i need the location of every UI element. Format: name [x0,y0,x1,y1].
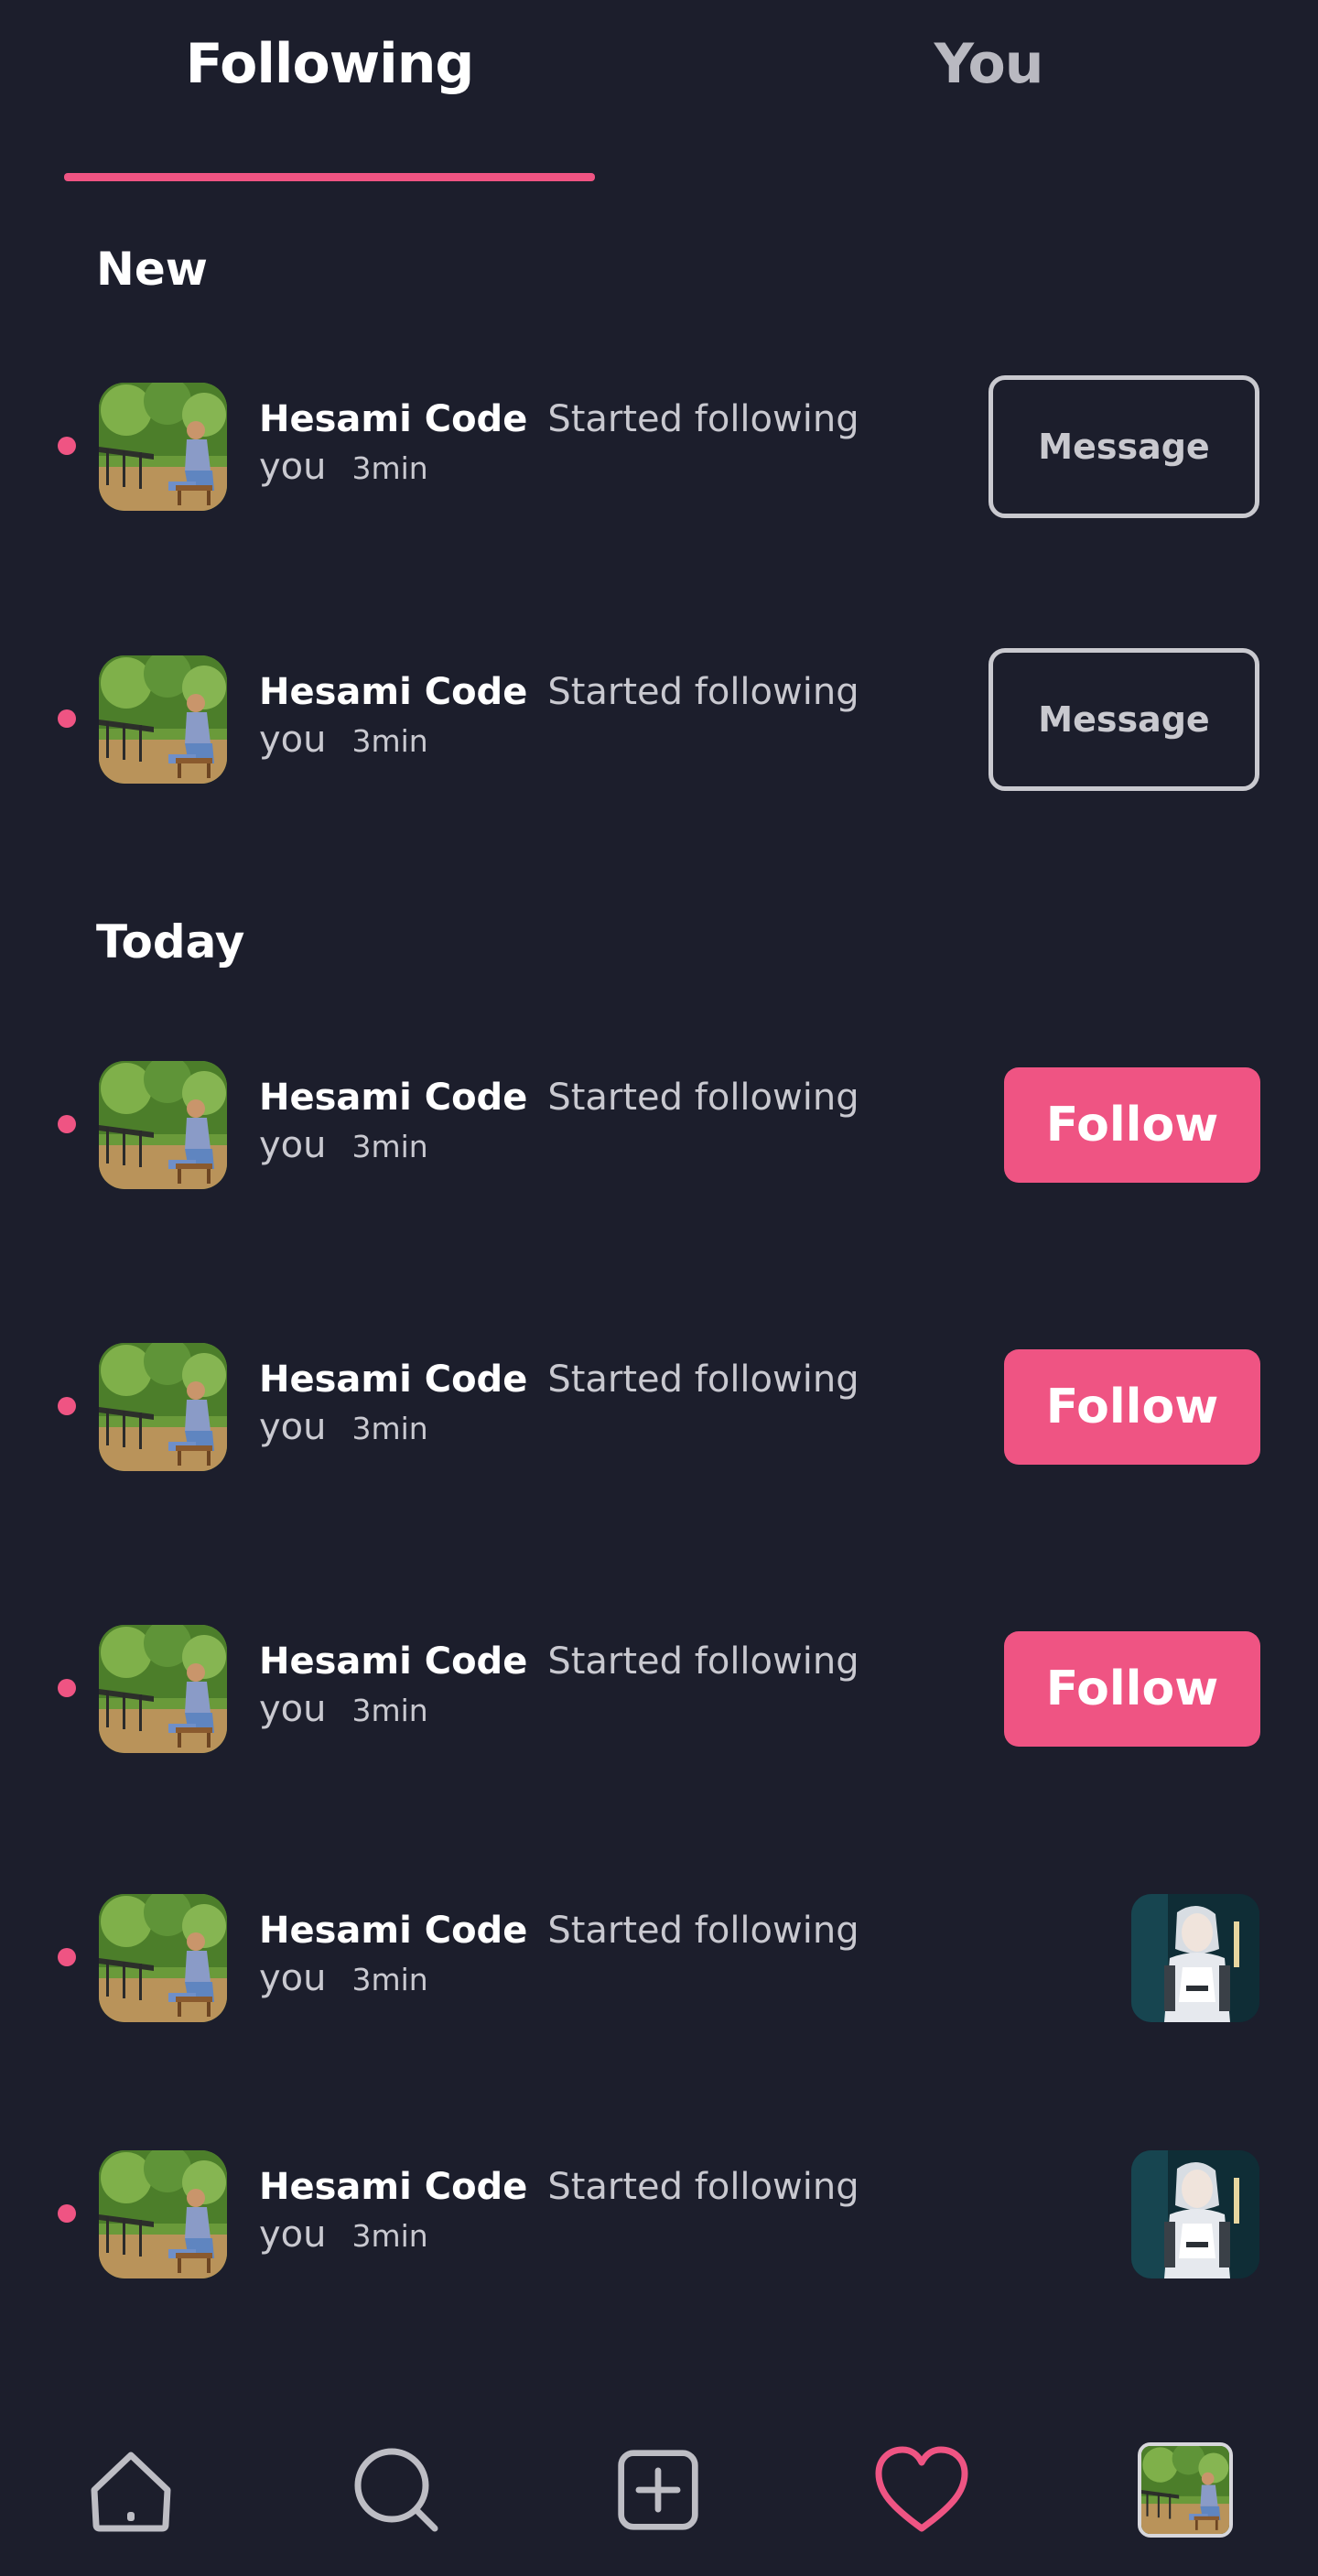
tab-you[interactable]: You [723,27,1254,101]
notification-time: 3min [351,1693,428,1728]
avatar[interactable] [99,383,227,511]
avatar[interactable] [99,1061,227,1189]
notification-item[interactable]: Hesami Code Started following you 3min F… [0,1338,1318,1476]
nav-add-post[interactable] [608,2440,708,2540]
notification-action: Started following [547,1910,859,1952]
home-icon [91,2452,171,2532]
notification-action: Started following [547,398,859,440]
follow-button[interactable]: Follow [1004,1631,1260,1747]
notification-object: you [259,2213,327,2256]
notification-action: Started following [547,1640,859,1683]
notification-object: you [259,1957,327,1999]
unread-dot [58,1397,76,1415]
search-icon [354,2448,438,2532]
nav-home[interactable] [81,2440,181,2540]
nav-profile[interactable] [1135,2440,1236,2540]
notification-action: Started following [547,2166,859,2208]
unread-dot [58,709,76,728]
notification-item[interactable]: Hesami Code Started following you 3min [0,1889,1318,2027]
notification-item[interactable]: Hesami Code Started following you 3min F… [0,1620,1318,1758]
post-thumbnail[interactable] [1131,2150,1259,2278]
avatar[interactable] [99,1894,227,2022]
message-button[interactable]: Message [988,375,1259,518]
unread-dot [58,1948,76,1966]
tab-bar: Following You [0,0,1318,183]
notification-object: you [259,446,327,488]
notification-object: you [259,719,327,761]
heart-icon [875,2446,968,2532]
notification-time: 3min [351,2218,428,2254]
user-name[interactable]: Hesami Code [259,1910,527,1952]
notification-time: 3min [351,1129,428,1164]
section-title-today: Today [96,915,245,969]
user-name[interactable]: Hesami Code [259,1358,527,1401]
post-thumbnail[interactable] [1131,1894,1259,2022]
notification-object: you [259,1406,327,1448]
unread-dot [58,1115,76,1133]
avatar[interactable] [99,1625,227,1753]
notification-time: 3min [351,1962,428,1997]
notification-action: Started following [547,1358,859,1401]
notification-item[interactable]: Hesami Code Started following you 3min M… [0,375,1318,518]
notification-object: you [259,1688,327,1730]
user-name[interactable]: Hesami Code [259,1640,527,1683]
notification-object: you [259,1124,327,1166]
notification-action: Started following [547,1077,859,1119]
user-name[interactable]: Hesami Code [259,2166,527,2208]
active-tab-indicator [64,173,595,181]
avatar[interactable] [99,1343,227,1471]
message-button[interactable]: Message [988,648,1259,791]
follow-button[interactable]: Follow [1004,1067,1260,1183]
notifications-screen: Following You New Hesami Code Started fo… [0,0,1318,2576]
notification-time: 3min [351,450,428,486]
section-title-new: New [96,243,208,296]
notification-item[interactable]: Hesami Code Started following you 3min [0,2146,1318,2283]
add-post-icon [618,2450,698,2530]
nav-search[interactable] [346,2440,447,2540]
notification-time: 3min [351,1411,428,1446]
avatar[interactable] [99,655,227,784]
tab-following[interactable]: Following [64,27,595,101]
notification-time: 3min [351,723,428,759]
nav-activity[interactable] [871,2440,972,2540]
profile-avatar [1138,2442,1233,2538]
follow-button[interactable]: Follow [1004,1349,1260,1465]
user-name[interactable]: Hesami Code [259,671,527,713]
user-name[interactable]: Hesami Code [259,398,527,440]
avatar[interactable] [99,2150,227,2278]
notification-item[interactable]: Hesami Code Started following you 3min M… [0,648,1318,791]
bottom-nav [0,2408,1318,2576]
notification-action: Started following [547,671,859,713]
unread-dot [58,1679,76,1697]
unread-dot [58,2204,76,2223]
notification-item[interactable]: Hesami Code Started following you 3min F… [0,1056,1318,1194]
user-name[interactable]: Hesami Code [259,1077,527,1119]
unread-dot [58,437,76,455]
